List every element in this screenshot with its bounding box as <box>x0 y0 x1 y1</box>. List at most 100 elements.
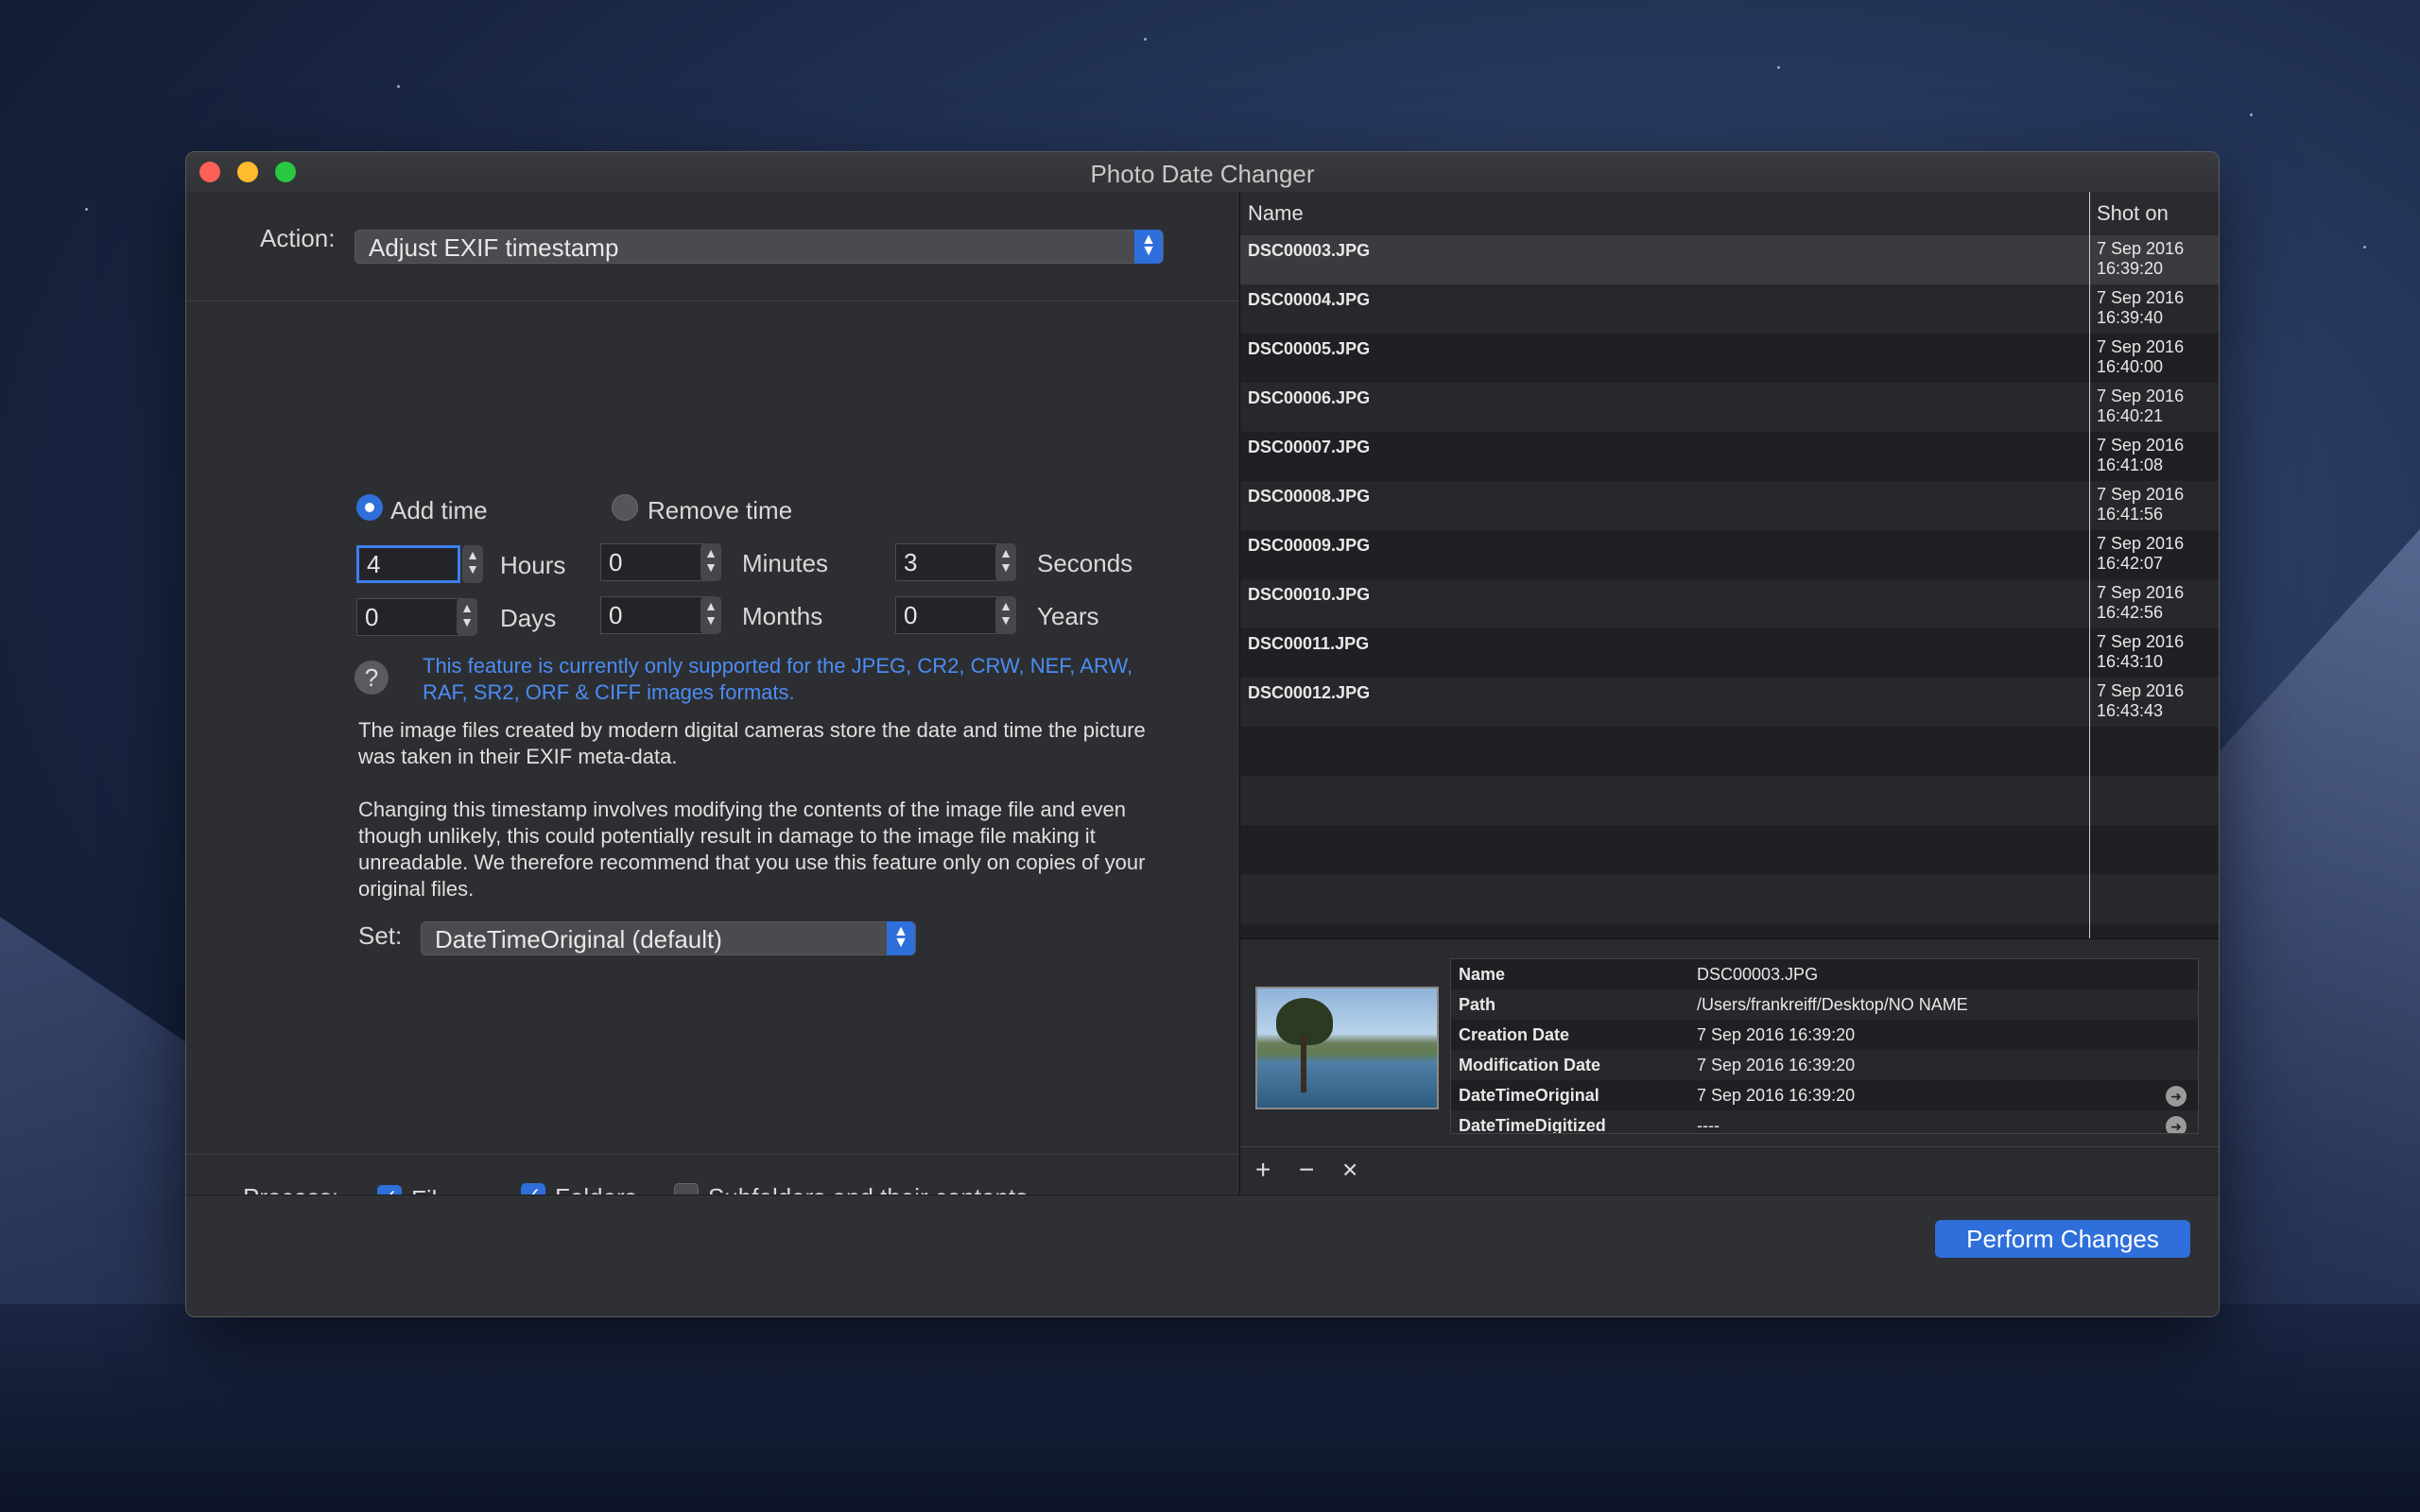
window-title: Photo Date Changer <box>1090 160 1315 188</box>
add-time-label: Add time <box>390 496 488 524</box>
star <box>397 85 400 88</box>
metadata-key: DateTimeDigitized <box>1459 1116 1606 1134</box>
file-name-cell: DSC00009.JPG <box>1248 536 1371 555</box>
hours-stepper[interactable]: ▲ ▼ <box>462 545 483 583</box>
name-column-header[interactable]: Name <box>1248 201 1304 226</box>
table-row[interactable]: DSC00009.JPG 7 Sep 2016 16:42:07 <box>1240 530 2219 579</box>
shot-time: 16:43:43 <box>2097 701 2164 720</box>
shot-date: 7 Sep 2016 <box>2097 288 2185 307</box>
metadata-key: Modification Date <box>1459 1056 1601 1074</box>
metadata-key: Creation Date <box>1459 1025 1570 1044</box>
months-stepper[interactable]: ▲ ▼ <box>700 596 721 634</box>
days-field[interactable]: 0 <box>356 598 460 636</box>
empty-row <box>1240 825 2219 874</box>
go-arrow-icon[interactable]: ➜ <box>2166 1086 2187 1107</box>
shot-time: 16:39:40 <box>2097 308 2164 327</box>
shot-date: 7 Sep 2016 <box>2097 387 2185 405</box>
table-header: Name Shot on <box>1240 192 2219 236</box>
go-arrow-icon[interactable]: ➜ <box>2166 1116 2187 1133</box>
file-name-cell: DSC00003.JPG <box>1248 241 1371 260</box>
action-bar: Action: Adjust EXIF timestamp ▲ ▼ <box>186 192 1239 301</box>
shot-date: 7 Sep 2016 <box>2097 583 2185 602</box>
file-name-cell: DSC00005.JPG <box>1248 339 1371 358</box>
shot-on-cell: 7 Sep 2016 16:39:20 <box>2097 239 2184 279</box>
table-row[interactable]: DSC00008.JPG 7 Sep 2016 16:41:56 <box>1240 481 2219 530</box>
hours-field[interactable]: 4 <box>356 545 460 583</box>
file-name-cell: DSC00006.JPG <box>1248 388 1371 407</box>
shot-on-cell: 7 Sep 2016 16:41:08 <box>2097 436 2184 475</box>
metadata-value: 7 Sep 2016 16:39:20 <box>1697 1025 1856 1044</box>
minutes-label: Minutes <box>742 549 829 577</box>
days-label: Days <box>500 604 557 632</box>
file-name-cell: DSC00007.JPG <box>1248 438 1371 456</box>
metadata-value: 7 Sep 2016 16:39:20 <box>1697 1086 1856 1105</box>
file-name-cell: DSC00012.JPG <box>1248 683 1371 702</box>
table-row[interactable]: DSC00010.JPG 7 Sep 2016 16:42:56 <box>1240 579 2219 628</box>
metadata-row: Modification Date 7 Sep 2016 16:39:20 <box>1451 1050 2198 1080</box>
metadata-row: DateTimeDigitized ---- ➜ <box>1451 1110 2198 1134</box>
table-row[interactable]: DSC00007.JPG 7 Sep 2016 16:41:08 <box>1240 432 2219 481</box>
remove-files-button[interactable]: − <box>1299 1155 1314 1185</box>
shot-date: 7 Sep 2016 <box>2097 681 2185 700</box>
metadata-value: /Users/frankreiff/Desktop/NO NAME <box>1697 995 1968 1014</box>
empty-row <box>1240 776 2219 825</box>
settings-pane: Action: Adjust EXIF timestamp ▲ ▼ Add tim… <box>186 192 1239 1235</box>
photo-thumbnail <box>1255 987 1439 1109</box>
days-stepper[interactable]: ▲ ▼ <box>457 598 477 636</box>
warning-description: Changing this timestamp involves modifyi… <box>358 798 1146 901</box>
years-field[interactable]: 0 <box>895 596 999 634</box>
table-row[interactable]: DSC00012.JPG 7 Sep 2016 16:43:43 <box>1240 678 2219 727</box>
shot-time: 16:42:07 <box>2097 554 2164 573</box>
remove-time-radio[interactable] <box>612 494 638 521</box>
metadata-key: DateTimeOriginal <box>1459 1086 1599 1105</box>
shot-date: 7 Sep 2016 <box>2097 337 2185 356</box>
add-time-radio[interactable] <box>356 494 383 521</box>
metadata-table: Name DSC00003.JPG Path/Users/frankreiff/De… <box>1450 958 2199 1134</box>
shot-on-cell: 7 Sep 2016 16:39:40 <box>2097 288 2184 328</box>
add-files-button[interactable]: + <box>1255 1155 1270 1185</box>
exif-description: The image files created by modern digita… <box>358 718 1146 768</box>
table-row[interactable]: DSC00005.JPG 7 Sep 2016 16:40:00 <box>1240 334 2219 383</box>
hours-label: Hours <box>500 551 566 579</box>
file-name-cell: DSC00008.JPG <box>1248 487 1371 506</box>
shot-on-cell: 7 Sep 2016 16:43:43 <box>2097 681 2184 721</box>
perform-changes-button[interactable]: Perform Changes <box>1935 1220 2190 1258</box>
chevron-updown-icon: ▲ ▼ <box>887 921 915 955</box>
seconds-field[interactable]: 3 <box>895 543 999 581</box>
years-stepper[interactable]: ▲ ▼ <box>995 596 1016 634</box>
months-field[interactable]: 0 <box>600 596 704 634</box>
bottom-bar: Perform Changes <box>186 1194 2219 1316</box>
action-popup[interactable]: Adjust EXIF timestamp ▲ ▼ <box>354 230 1164 264</box>
metadata-value: 7 Sep 2016 16:39:20 <box>1697 1056 1856 1074</box>
shot-on-column-header[interactable]: Shot on <box>2097 201 2169 226</box>
format-support-note: This feature is currently only supported… <box>423 654 1133 704</box>
star <box>1144 38 1147 41</box>
star <box>85 208 88 211</box>
file-list-pane: Name Shot on DSC00003.JPG 7 Sep 2016 16:39… <box>1239 192 2219 1195</box>
remove-time-label: Remove time <box>648 496 793 524</box>
thumbnail-trunk <box>1301 1036 1306 1092</box>
seconds-stepper[interactable]: ▲ ▼ <box>995 543 1016 581</box>
table-row[interactable]: DSC00003.JPG 7 Sep 2016 16:39:20 <box>1240 235 2219 284</box>
shot-time: 16:40:00 <box>2097 357 2164 376</box>
metadata-row: Name DSC00003.JPG <box>1451 959 2198 989</box>
seconds-label: Seconds <box>1037 549 1133 577</box>
action-popup-value: Adjust EXIF timestamp <box>369 233 619 262</box>
help-icon[interactable]: ? <box>354 661 389 695</box>
set-popup[interactable]: DateTimeOriginal (default) ▲ ▼ <box>421 921 916 955</box>
set-popup-value: DateTimeOriginal (default) <box>435 925 722 954</box>
metadata-row: DateTimeOriginal 7 Sep 2016 16:39:20 ➜ <box>1451 1080 2198 1110</box>
star <box>2250 113 2253 116</box>
clear-list-button[interactable]: × <box>1342 1155 1357 1185</box>
shot-time: 16:41:08 <box>2097 455 2164 474</box>
minutes-field[interactable]: 0 <box>600 543 704 581</box>
metadata-key: Path <box>1459 995 1496 1014</box>
shot-date: 7 Sep 2016 <box>2097 534 2185 553</box>
table-row[interactable]: DSC00004.JPG 7 Sep 2016 16:39:40 <box>1240 284 2219 334</box>
table-row[interactable]: DSC00011.JPG 7 Sep 2016 16:43:10 <box>1240 628 2219 678</box>
metadata-value: DSC00003.JPG <box>1697 965 1819 984</box>
minutes-stepper[interactable]: ▲ ▼ <box>700 543 721 581</box>
table-row[interactable]: DSC00006.JPG 7 Sep 2016 16:40:21 <box>1240 383 2219 432</box>
metadata-value: ---- <box>1697 1116 1720 1134</box>
file-details: Name DSC00003.JPG Path/Users/frankreiff/De… <box>1240 938 2219 1147</box>
